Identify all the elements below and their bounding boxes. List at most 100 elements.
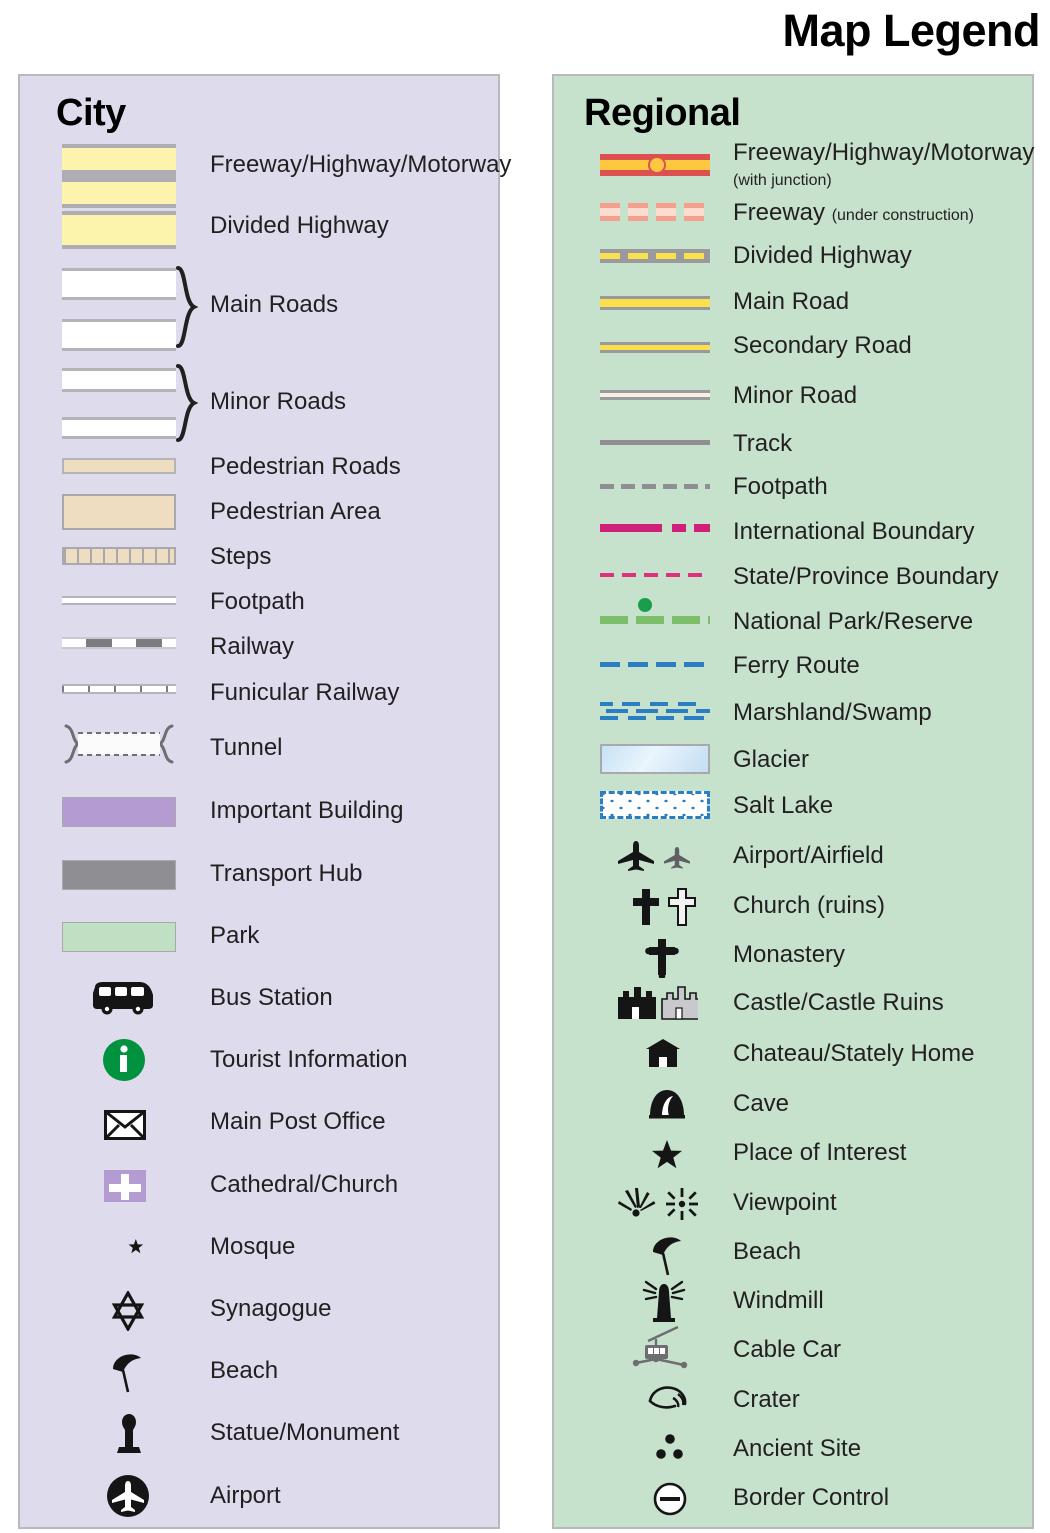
label-footpath-regional: Footpath <box>733 473 828 500</box>
symbol-national-park-reserve <box>600 598 710 624</box>
symbol-pedestrian-roads <box>62 458 176 474</box>
symbol-minor-roads <box>62 368 176 392</box>
airport-plane-icon <box>107 1475 149 1517</box>
page-title: Map Legend <box>782 5 1040 56</box>
bus-icon <box>93 982 153 1015</box>
symbol-chateau-stately-home <box>645 1038 681 1068</box>
legend-panel-city: City Freeway/Highway/Motorway Divided Hi… <box>18 74 511 1529</box>
symbol-secondary-road <box>600 342 710 353</box>
star-of-david-icon <box>111 1291 145 1331</box>
label-freeway-junction: Freeway/Highway/Motorway (with junction) <box>733 140 1034 190</box>
label-ferry-route: Ferry Route <box>733 652 860 679</box>
label-park: Park <box>210 922 260 949</box>
label-bus-station: Bus Station <box>210 984 333 1011</box>
symbol-synagogue <box>108 1291 148 1331</box>
symbol-steps <box>62 547 176 565</box>
border-control-icon <box>653 1482 687 1516</box>
symbol-cathedral-church <box>104 1170 146 1202</box>
label-national-park-reserve: National Park/Reserve <box>733 608 974 635</box>
label-footpath: Footpath <box>210 588 305 615</box>
symbol-state-province-boundary <box>600 573 710 577</box>
symbol-church-ruins <box>630 888 704 926</box>
beach-umbrella-icon <box>113 1354 141 1393</box>
beach-umbrella-icon <box>653 1237 681 1276</box>
windmill-icon <box>642 1280 686 1322</box>
label-steps: Steps <box>210 543 272 570</box>
panel-heading-regional: Regional <box>584 92 741 134</box>
label-divided-highway-regional: Divided Highway <box>733 242 912 269</box>
statue-icon <box>117 1414 141 1453</box>
symbol-beach-city <box>110 1352 146 1394</box>
label-funicular-railway: Funicular Railway <box>210 679 400 706</box>
label-beach-regional: Beach <box>733 1238 802 1265</box>
label-track: Track <box>733 430 793 457</box>
label-main-post-office: Main Post Office <box>210 1108 386 1135</box>
label-minor-road-regional: Minor Road <box>733 382 858 409</box>
envelope-icon <box>104 1110 146 1140</box>
chateau-icon <box>646 1039 680 1067</box>
symbol-viewpoint <box>614 1186 704 1220</box>
label-railway: Railway <box>210 633 295 660</box>
label-transport-hub: Transport Hub <box>210 860 363 887</box>
label-salt-lake: Salt Lake <box>733 792 834 819</box>
label-freeway-junction-sub: (with junction) <box>733 172 832 190</box>
label-freeway-under-construction: Freeway (under construction) <box>733 200 974 225</box>
label-freeway-uc-main: Freeway <box>733 199 826 226</box>
viewpoint-icons <box>618 1188 698 1220</box>
label-secondary-road: Secondary Road <box>733 332 912 359</box>
label-statue-monument: Statue/Monument <box>210 1419 400 1446</box>
symbol-statue-monument <box>115 1413 143 1455</box>
label-cathedral-church: Cathedral/Church <box>210 1171 399 1198</box>
symbol-divided-highway <box>62 211 176 249</box>
star-icon <box>652 1140 682 1169</box>
label-pedestrian-roads: Pedestrian Roads <box>210 453 401 480</box>
label-monastery: Monastery <box>733 941 846 968</box>
label-state-province-boundary: State/Province Boundary <box>733 563 999 590</box>
symbol-border-control <box>653 1482 687 1516</box>
symbol-tourist-information <box>102 1038 146 1082</box>
label-freeway-junction-main: Freeway/Highway/Motorway <box>733 139 1035 166</box>
symbol-main-roads <box>62 268 176 300</box>
symbol-footpath <box>62 596 176 605</box>
cave-icon <box>649 1090 685 1119</box>
symbol-funicular-railway <box>62 684 176 694</box>
church-cross-icon <box>104 1170 146 1202</box>
label-tunnel: Tunnel <box>210 734 283 761</box>
symbol-ferry-route <box>600 662 710 667</box>
symbol-freeway-under-construction <box>600 203 710 221</box>
symbol-bus-station <box>88 981 158 1015</box>
symbol-windmill <box>640 1280 688 1322</box>
symbol-mosque <box>108 1229 148 1267</box>
label-airport-city: Airport <box>210 1482 281 1509</box>
symbol-place-of-interest <box>652 1140 682 1169</box>
symbol-airport-city <box>106 1474 150 1518</box>
cable-car-icon <box>632 1325 688 1369</box>
bracket-main-roads <box>176 266 198 348</box>
symbol-monastery <box>645 938 679 978</box>
symbol-footpath-regional <box>600 484 710 489</box>
airplane-icons <box>618 841 690 871</box>
symbol-tunnel <box>58 722 180 766</box>
symbol-cable-car <box>632 1325 696 1373</box>
label-minor-roads: Minor Roads <box>210 388 347 415</box>
symbol-pedestrian-area <box>62 494 176 530</box>
symbol-minor-roads-secondary <box>62 417 176 439</box>
symbol-park <box>62 922 176 952</box>
symbol-glacier <box>600 744 710 774</box>
panel-heading-city: City <box>56 92 126 134</box>
church-ruins-cross-icons <box>633 888 696 926</box>
label-glacier: Glacier <box>733 746 810 773</box>
label-main-roads: Main Roads <box>210 291 339 318</box>
information-icon <box>103 1039 145 1081</box>
label-tourist-information: Tourist Information <box>210 1046 408 1073</box>
symbol-marshland-swamp <box>600 700 710 724</box>
label-ancient-site: Ancient Site <box>733 1435 862 1462</box>
symbol-international-boundary <box>600 524 710 532</box>
symbol-track <box>600 440 710 445</box>
ancient-site-dots-icon <box>656 1434 683 1459</box>
symbol-main-post-office <box>104 1110 146 1140</box>
label-freeway-uc-sub: (under construction) <box>831 207 974 224</box>
label-cave: Cave <box>733 1090 790 1117</box>
mosque-crescent-icon <box>115 1231 144 1265</box>
symbol-salt-lake <box>600 791 710 819</box>
